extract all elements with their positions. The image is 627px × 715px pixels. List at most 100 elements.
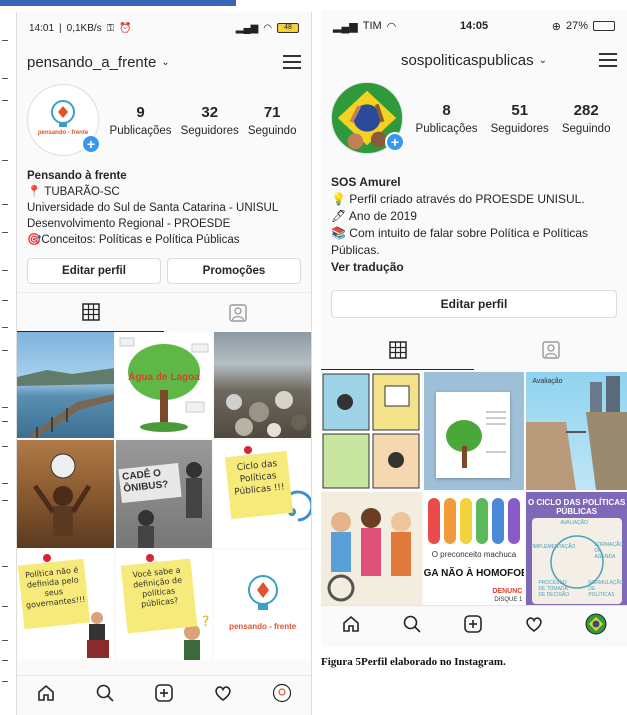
tree-illustration-icon xyxy=(445,411,506,468)
username-switcher[interactable]: sospoliticaspublicas ⌄ xyxy=(401,52,547,69)
margin-marks xyxy=(0,0,10,715)
right-phone-screenshot: ▂▄▆ TIM ◠ 14:05 ⊕ 27% sospoliticaspublic… xyxy=(321,10,627,647)
post-thumbnail[interactable]: Água de Lagoa xyxy=(115,332,213,438)
wifi-icon: ◠ xyxy=(263,22,272,34)
grid-icon xyxy=(388,340,407,359)
tab-grid[interactable] xyxy=(17,293,164,332)
post-thumbnail[interactable] xyxy=(321,492,422,608)
profile-bio: SOS Amurel 💡 Perfil criado através do PR… xyxy=(321,158,627,276)
bio-line: 📍 TUBARÃO-SC xyxy=(27,186,120,198)
home-icon[interactable] xyxy=(36,683,56,708)
tab-grid[interactable] xyxy=(321,330,474,370)
stat-followers[interactable]: 32 Seguidores xyxy=(181,104,239,137)
post-text: DISQUE 1 xyxy=(494,597,523,603)
edit-profile-button[interactable]: Editar perfil xyxy=(27,258,161,284)
wifi-icon: ◠ xyxy=(386,20,397,33)
post-text: Ciclo das Políticas Públicas !!! xyxy=(225,450,294,520)
profile-header: pensando_a_frente ⌄ xyxy=(17,44,311,80)
post-thumbnail[interactable] xyxy=(321,372,422,490)
post-text: pensando - frente xyxy=(229,622,297,631)
post-thumbnail[interactable] xyxy=(17,332,114,438)
add-story-plus-icon[interactable]: + xyxy=(385,132,405,152)
new-post-icon[interactable] xyxy=(154,683,174,708)
profile-summary: + 8 Publicações 51 Seguidores 282 Seguin… xyxy=(321,78,627,158)
post-thumbnail[interactable]: Você sabe a definição de políticas públi… xyxy=(115,550,213,660)
tagged-person-icon xyxy=(228,303,247,322)
bio-line: 📚 Com intuito de falar sobre Política e … xyxy=(331,226,589,257)
status-time: 14:01 xyxy=(29,22,55,34)
tab-tagged[interactable] xyxy=(474,330,627,370)
profile-actions: Editar perfil xyxy=(321,276,627,330)
tab-tagged[interactable] xyxy=(164,293,311,332)
bio-line: 🖊 Ano de 2019 xyxy=(331,209,417,223)
post-text: O CICLO DAS POLÍTICAS PÚBLICAS xyxy=(527,498,626,516)
bio-line: Universidade do Sul de Santa Catarina - … xyxy=(27,202,279,214)
lock-rotation-icon: ⊕ xyxy=(551,20,561,33)
pushpin-icon xyxy=(145,554,154,562)
profile-avatar-icon[interactable] xyxy=(585,613,607,640)
posts-grid: Água de Lagoa CADÊ O ÔNIBUS? Ciclo das P… xyxy=(17,332,311,660)
pier-photo-icon xyxy=(17,368,114,438)
chevron-down-icon: ⌄ xyxy=(161,56,170,68)
hamburger-menu-icon[interactable] xyxy=(283,55,301,69)
stat-following[interactable]: 71 Seguindo xyxy=(248,104,297,137)
rainbow-bandaids-icon xyxy=(427,498,520,544)
username-switcher[interactable]: pensando_a_frente ⌄ xyxy=(27,54,170,71)
battery-percent: 27% xyxy=(565,20,588,32)
cycle-diagram-panel: AVALIAÇÃO IMPLEMENTAÇÃO FORMAÇÃO DA AGEN… xyxy=(532,518,624,604)
bio-line: 💡 Perfil criado através do PROESDE UNISU… xyxy=(331,192,585,206)
post-thumbnail[interactable]: O preconceito machuca GA NÃO À HOMOFOBI … xyxy=(423,492,525,608)
avatar[interactable]: pensando - frente + xyxy=(27,84,101,156)
posts-grid: Avaliação O preconceito machuca GA NÃO À… xyxy=(321,372,627,608)
post-thumbnail[interactable]: CADÊ O ÔNIBUS? xyxy=(115,440,213,548)
post-thumbnail[interactable]: pensando - frente xyxy=(214,550,311,660)
heart-icon[interactable] xyxy=(524,614,544,639)
post-thumbnail[interactable] xyxy=(17,440,114,548)
document-page xyxy=(435,392,510,478)
notification-icon: ⚿ xyxy=(106,22,115,34)
edit-profile-button[interactable]: Editar perfil xyxy=(331,290,617,318)
promotions-button[interactable]: Promoções xyxy=(167,258,301,284)
see-translation-link[interactable]: Ver tradução xyxy=(331,259,617,276)
new-post-icon[interactable] xyxy=(463,614,483,639)
avatar[interactable]: + xyxy=(331,82,405,154)
username: sospoliticaspublicas xyxy=(401,51,534,69)
profile-avatar-icon[interactable] xyxy=(272,683,292,708)
status-bar: ▂▄▆ TIM ◠ 14:05 ⊕ 27% xyxy=(321,10,627,42)
cycle-label: PROCESSO DE TOMADA DE DECISÃO xyxy=(538,580,570,598)
stat-posts[interactable]: 8 Publicações xyxy=(416,102,478,135)
search-icon[interactable] xyxy=(402,614,422,639)
profile-actions: Editar perfil Promoções xyxy=(17,248,311,292)
bottom-nav xyxy=(17,675,311,715)
post-thumbnail[interactable]: O CICLO DAS POLÍTICAS PÚBLICAS AVALIAÇÃO… xyxy=(526,492,627,608)
stat-following[interactable]: 282 Seguindo xyxy=(562,102,611,135)
status-time: 14:05 xyxy=(459,20,489,32)
post-thumbnail[interactable]: Ciclo das Políticas Públicas !!! xyxy=(214,440,311,548)
hamburger-menu-icon[interactable] xyxy=(599,53,617,67)
profile-stats: 8 Publicações 51 Seguidores 282 Seguindo xyxy=(409,102,617,135)
post-text: DENUNC xyxy=(492,588,523,595)
heart-icon[interactable] xyxy=(213,683,233,708)
stat-posts[interactable]: 9 Publicações xyxy=(110,104,172,137)
profile-tabs xyxy=(321,330,627,370)
post-text: Avaliação xyxy=(532,378,563,385)
post-text: Você sabe a definição de políticas públi… xyxy=(120,558,198,634)
cycle-label: FORMAÇÃO DA AGENDA xyxy=(594,542,624,560)
cycle-label: IMPLEMENTAÇÃO xyxy=(532,544,576,550)
stat-followers[interactable]: 51 Seguidores xyxy=(491,102,549,135)
inclusion-people-illustration-icon xyxy=(327,508,411,602)
search-icon[interactable] xyxy=(95,683,115,708)
status-speed: 0,1KB/s xyxy=(66,22,102,34)
grid-icon xyxy=(81,303,100,321)
divided-city-illustration-icon xyxy=(526,376,627,490)
battery-icon: 48 xyxy=(277,23,299,33)
post-thumbnail[interactable] xyxy=(214,332,311,438)
post-thumbnail[interactable] xyxy=(423,372,525,490)
profile-bio: Pensando à frente 📍 TUBARÃO-SC Universid… xyxy=(17,160,311,248)
post-text: GA NÃO À HOMOFOBI xyxy=(423,568,525,579)
home-icon[interactable] xyxy=(341,614,361,639)
post-thumbnail[interactable]: Política não é definida pelo seus govern… xyxy=(17,550,114,660)
cycle-label: AVALIAÇÃO xyxy=(560,520,588,526)
post-thumbnail[interactable]: Avaliação xyxy=(526,372,627,490)
add-story-plus-icon[interactable]: + xyxy=(81,134,101,154)
